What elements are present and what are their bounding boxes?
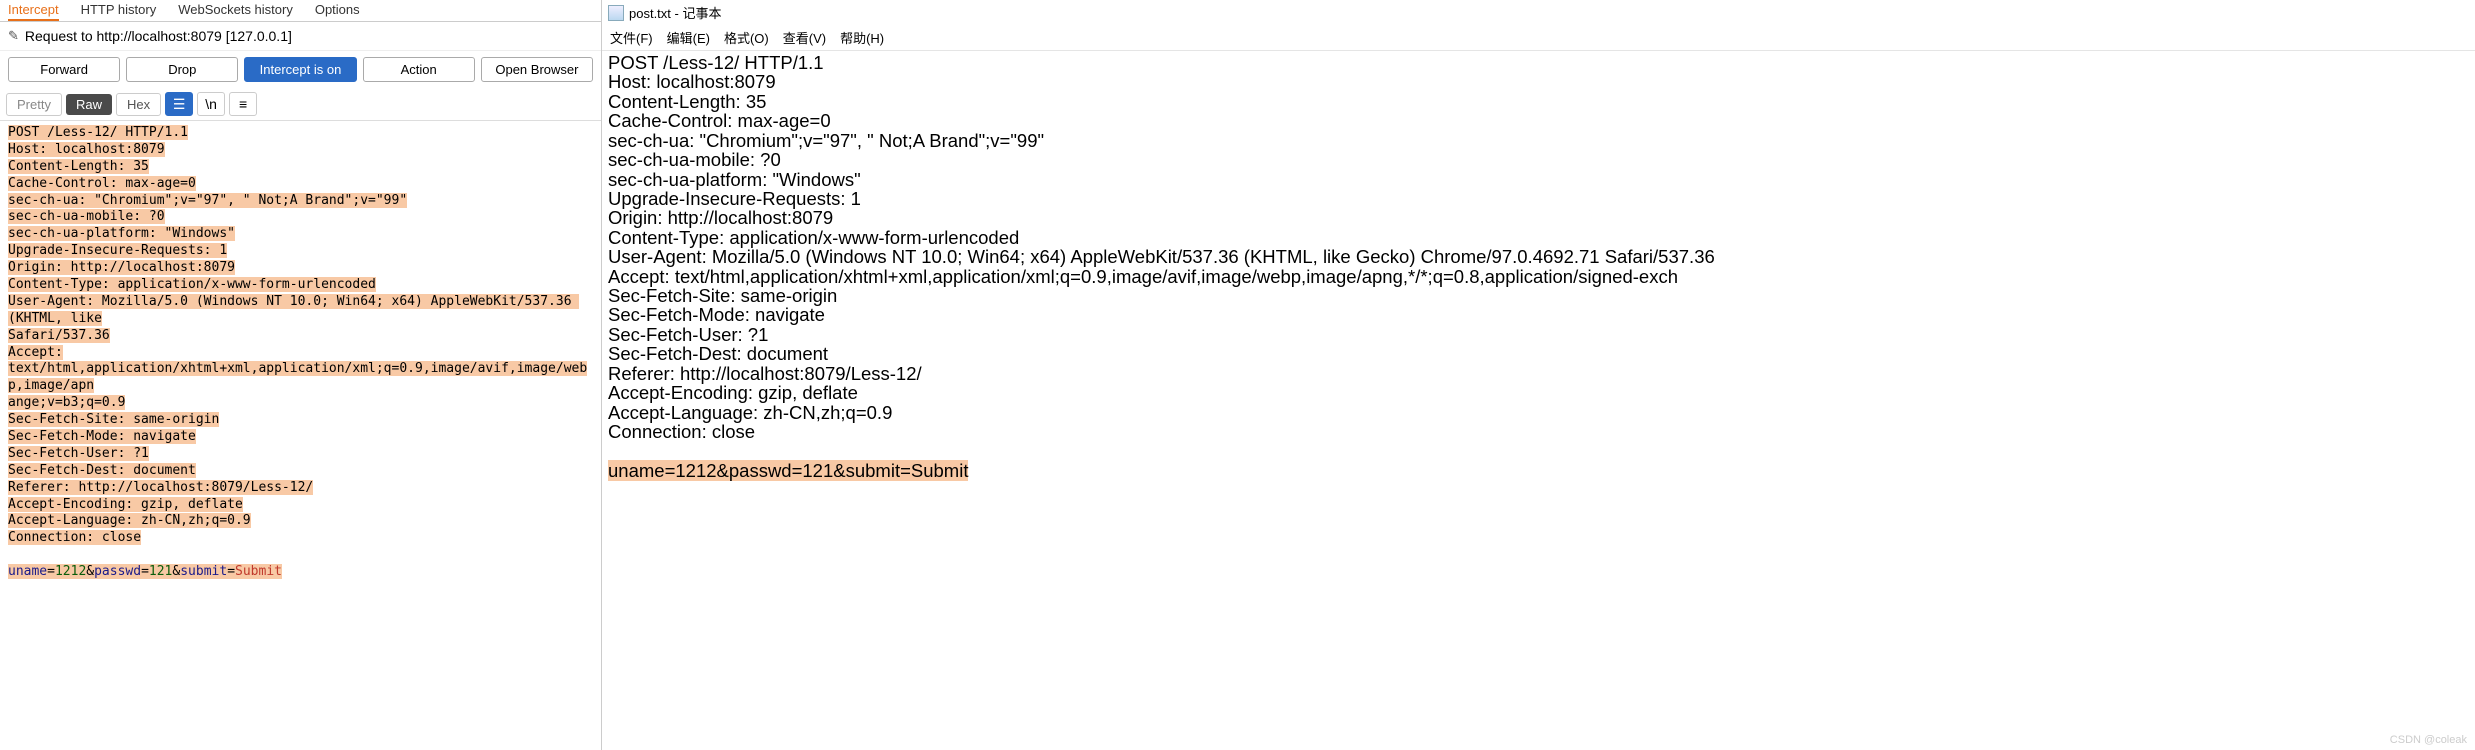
menu-view[interactable]: 查看(V) (783, 28, 826, 47)
tab-intercept[interactable]: Intercept (8, 0, 59, 21)
notepad-title: post.txt - 记事本 (629, 3, 721, 22)
request-line: ✎ Request to http://localhost:8079 [127.… (0, 22, 601, 51)
watermark: CSDN @coleak (2390, 734, 2467, 746)
notepad-title-bar: post.txt - 记事本 (602, 0, 2475, 25)
editor-tabs: Pretty Raw Hex ☰ \n ≡ (0, 88, 601, 121)
edit-icon[interactable]: ✎ (8, 28, 19, 44)
drop-button[interactable]: Drop (126, 57, 238, 82)
notepad-pane: post.txt - 记事本 文件(F) 编辑(E) 格式(O) 查看(V) 帮… (602, 0, 2475, 750)
menu-icon[interactable]: ≡ (229, 92, 257, 116)
burp-tabs: Intercept HTTP history WebSockets histor… (0, 0, 601, 22)
intercept-toggle-button[interactable]: Intercept is on (244, 57, 356, 82)
request-target-label: Request to http://localhost:8079 [127.0.… (25, 28, 292, 44)
raw-request-editor[interactable]: POST /Less-12/ HTTP/1.1Host: localhost:8… (0, 121, 601, 750)
action-button[interactable]: Action (363, 57, 475, 82)
menu-edit[interactable]: 编辑(E) (667, 28, 710, 47)
notepad-body[interactable]: POST /Less-12/ HTTP/1.1Host: localhost:8… (602, 51, 2475, 750)
burp-pane: Intercept HTTP history WebSockets histor… (0, 0, 602, 750)
menu-format[interactable]: 格式(O) (724, 28, 769, 47)
forward-button[interactable]: Forward (8, 57, 120, 82)
tab-http-history[interactable]: HTTP history (81, 0, 157, 19)
hex-tab[interactable]: Hex (116, 93, 161, 116)
pretty-tab[interactable]: Pretty (6, 93, 62, 116)
notepad-menu: 文件(F) 编辑(E) 格式(O) 查看(V) 帮助(H) (602, 25, 2475, 51)
notepad-icon (608, 5, 624, 21)
render-icon[interactable]: ☰ (165, 92, 193, 116)
open-browser-button[interactable]: Open Browser (481, 57, 593, 82)
menu-help[interactable]: 帮助(H) (840, 28, 884, 47)
intercept-buttons: Forward Drop Intercept is on Action Open… (0, 51, 601, 88)
menu-file[interactable]: 文件(F) (610, 28, 653, 47)
linewrap-icon[interactable]: \n (197, 92, 225, 116)
raw-tab[interactable]: Raw (66, 94, 112, 115)
tab-ws-history[interactable]: WebSockets history (178, 0, 293, 19)
tab-options[interactable]: Options (315, 0, 360, 19)
